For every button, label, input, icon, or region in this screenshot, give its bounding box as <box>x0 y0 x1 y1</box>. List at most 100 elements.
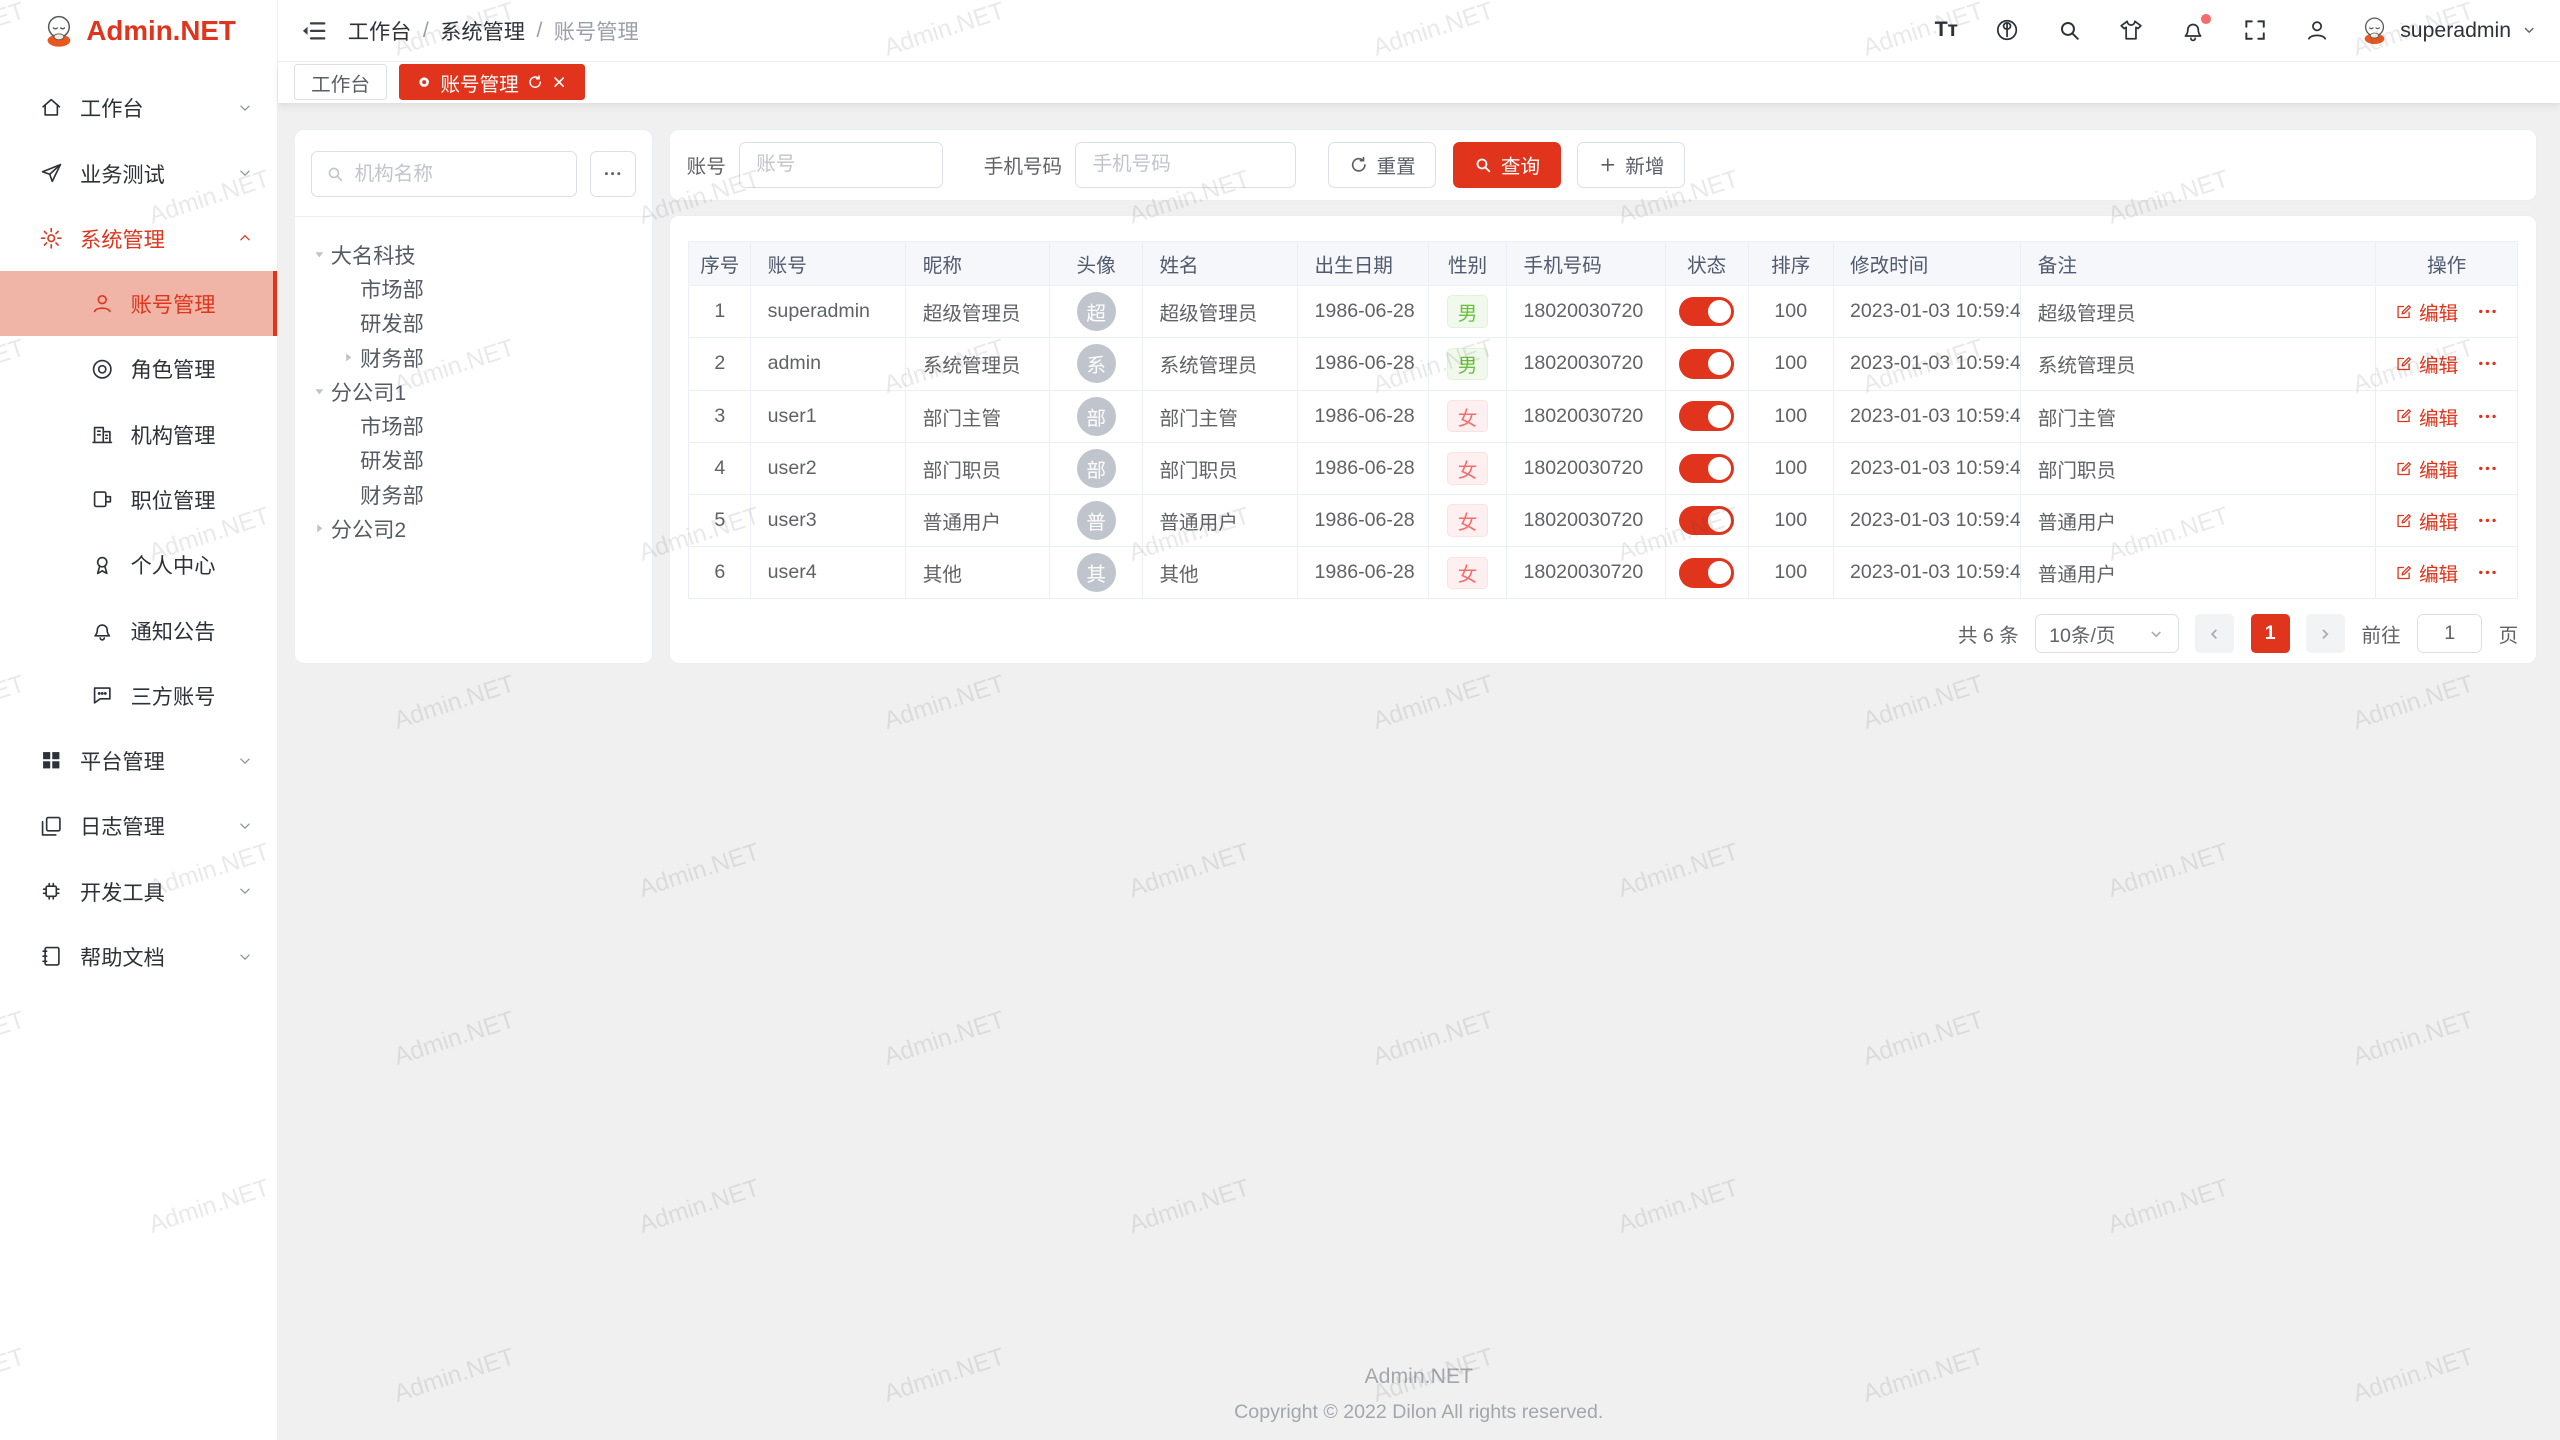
sidebar-item-label: 平台管理 <box>80 745 165 776</box>
close-tab-icon[interactable] <box>551 74 567 90</box>
tree-node[interactable]: 财务部 <box>308 477 639 511</box>
notification-icon[interactable] <box>2180 17 2206 43</box>
breadcrumb-item[interactable]: 系统管理 <box>440 15 525 46</box>
sidebar-item[interactable]: 账号管理 <box>0 271 277 336</box>
font-size-icon[interactable]: Tт <box>1935 17 1958 43</box>
column-header: 序号 <box>689 241 751 285</box>
search-icon[interactable] <box>2056 17 2082 43</box>
tab-account-active[interactable]: 账号管理 <box>399 64 585 100</box>
row-more-button[interactable] <box>2476 405 2499 428</box>
row-more-button[interactable] <box>2476 352 2499 375</box>
menu-collapse-icon[interactable] <box>300 17 328 45</box>
cell-name: 其他 <box>1143 547 1298 599</box>
tree-node[interactable]: 大名科技 <box>308 237 639 271</box>
cell-index: 6 <box>689 547 751 599</box>
caret-open-icon[interactable] <box>308 243 331 266</box>
edit-button[interactable]: 编辑 <box>2394 558 2458 587</box>
sidebar-item-label: 个人中心 <box>131 549 216 580</box>
cell-birth: 1986-06-28 <box>1298 442 1429 494</box>
edit-button[interactable]: 编辑 <box>2394 297 2458 326</box>
caret-open-icon[interactable] <box>308 380 331 403</box>
row-more-button[interactable] <box>2476 561 2499 584</box>
edit-button[interactable]: 编辑 <box>2394 454 2458 483</box>
caret-closed-icon[interactable] <box>337 346 360 369</box>
sidebar-item[interactable]: 业务测试 <box>0 140 277 205</box>
language-icon[interactable] <box>1994 17 2020 43</box>
cell-name: 系统管理员 <box>1143 338 1298 390</box>
status-toggle[interactable] <box>1679 297 1735 326</box>
cell-nickname: 普通用户 <box>906 494 1050 546</box>
row-more-button[interactable] <box>2476 300 2499 323</box>
next-page-button[interactable] <box>2306 614 2345 653</box>
tree-node[interactable]: 财务部 <box>308 340 639 374</box>
page-size-select[interactable]: 10条/页 <box>2035 614 2179 653</box>
logo[interactable]: Admin.NET <box>0 0 277 62</box>
sidebar-item[interactable]: 通知公告 <box>0 597 277 662</box>
edit-button[interactable]: 编辑 <box>2394 506 2458 535</box>
sidebar-item[interactable]: 系统管理 <box>0 206 277 271</box>
sidebar-item-label: 开发工具 <box>80 876 165 907</box>
fullscreen-icon[interactable] <box>2242 17 2268 43</box>
status-toggle[interactable] <box>1679 401 1735 430</box>
org-tree: 大名科技市场部研发部财务部分公司1市场部研发部财务部分公司2 <box>295 217 652 565</box>
profile-icon[interactable] <box>2304 17 2330 43</box>
gender-tag: 女 <box>1447 452 1488 485</box>
page-1-button[interactable]: 1 <box>2251 614 2290 653</box>
caret-closed-icon[interactable] <box>308 517 331 540</box>
avatar: 其 <box>1077 553 1116 592</box>
sidebar-item[interactable]: 三方账号 <box>0 663 277 728</box>
theme-icon[interactable] <box>2118 17 2144 43</box>
sidebar-item[interactable]: 个人中心 <box>0 532 277 597</box>
column-header: 性别 <box>1428 241 1506 285</box>
tree-node[interactable]: 市场部 <box>308 271 639 305</box>
search-button[interactable]: 查询 <box>1453 142 1561 188</box>
tree-node-label: 大名科技 <box>331 239 416 270</box>
edit-button[interactable]: 编辑 <box>2394 349 2458 378</box>
sidebar-item[interactable]: 机构管理 <box>0 402 277 467</box>
sidebar-item[interactable]: 平台管理 <box>0 728 277 793</box>
tree-node[interactable]: 研发部 <box>308 306 639 340</box>
tree-node[interactable]: 研发部 <box>308 443 639 477</box>
status-toggle[interactable] <box>1679 454 1735 483</box>
tree-node[interactable]: 市场部 <box>308 408 639 442</box>
tab-workbench[interactable]: 工作台 <box>294 64 387 100</box>
prev-page-button[interactable] <box>2195 614 2234 653</box>
refresh-tab-icon[interactable] <box>527 74 543 90</box>
avatar: 普 <box>1077 501 1116 540</box>
column-header: 头像 <box>1050 241 1143 285</box>
cell-modified: 2023-01-03 10:59:44 <box>1833 547 2021 599</box>
status-toggle[interactable] <box>1679 506 1735 535</box>
account-input[interactable] <box>739 142 943 188</box>
status-toggle[interactable] <box>1679 349 1735 378</box>
chevron-down-icon <box>236 882 254 900</box>
refresh-icon <box>1349 155 1369 175</box>
tree-node-label: 分公司2 <box>331 513 406 544</box>
column-header: 账号 <box>751 241 906 285</box>
edit-button[interactable]: 编辑 <box>2394 402 2458 431</box>
sidebar-item-label: 系统管理 <box>80 223 165 254</box>
row-more-button[interactable] <box>2476 509 2499 532</box>
breadcrumb-item[interactable]: 工作台 <box>348 15 412 46</box>
reset-button[interactable]: 重置 <box>1328 142 1436 188</box>
row-more-button[interactable] <box>2476 457 2499 480</box>
tree-node[interactable]: 分公司1 <box>308 374 639 408</box>
cell-modified: 2023-01-03 10:59:44 <box>1833 442 2021 494</box>
status-toggle[interactable] <box>1679 558 1735 587</box>
sidebar-item[interactable]: 工作台 <box>0 75 277 140</box>
user-avatar <box>2359 15 2390 46</box>
goto-page-input[interactable] <box>2417 614 2482 653</box>
sidebar-item[interactable]: 开发工具 <box>0 859 277 924</box>
tree-more-button[interactable] <box>590 151 636 197</box>
tree-node[interactable]: 分公司2 <box>308 511 639 545</box>
phone-input[interactable] <box>1075 142 1295 188</box>
sidebar-item[interactable]: 角色管理 <box>0 336 277 401</box>
add-button[interactable]: 新增 <box>1577 142 1685 188</box>
sidebar-item[interactable]: 日志管理 <box>0 793 277 858</box>
caret-placeholder <box>337 311 360 334</box>
chevron-up-icon <box>236 229 254 247</box>
sidebar-item[interactable]: 帮助文档 <box>0 924 277 989</box>
sidebar-item[interactable]: 职位管理 <box>0 467 277 532</box>
edit-icon <box>2394 302 2414 322</box>
user-menu[interactable]: superadmin <box>2359 15 2537 46</box>
org-search-input[interactable] <box>355 163 563 186</box>
